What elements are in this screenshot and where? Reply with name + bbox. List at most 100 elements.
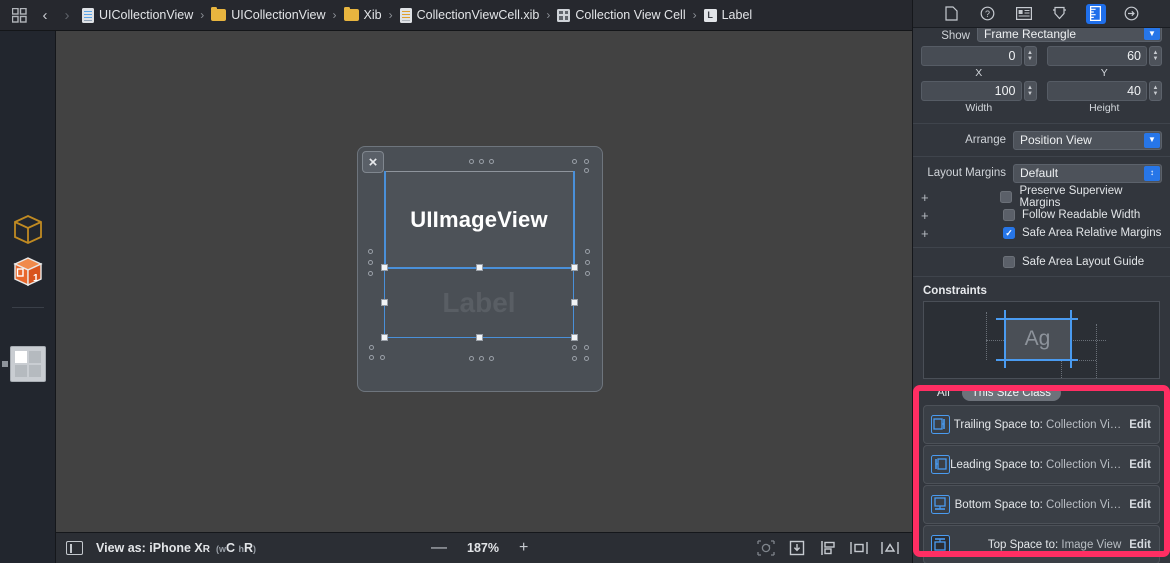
add-new-constraints-icon[interactable] [849, 539, 869, 557]
identity-inspector-tab[interactable] [1014, 4, 1034, 24]
plus-icon[interactable]: + [921, 209, 933, 222]
edit-button[interactable]: Edit [1129, 419, 1151, 431]
scope-all-button[interactable]: All [937, 387, 950, 399]
file-inspector-tab[interactable] [942, 4, 962, 24]
selection-handle[interactable] [380, 264, 388, 271]
embed-in-icon[interactable] [787, 539, 807, 557]
constraint-row-trailing-space[interactable]: Trailing Space to: Collection Vi… Edit [923, 405, 1160, 444]
y-stepper[interactable]: ▲ ▼ [1149, 46, 1162, 66]
x-input[interactable]: 0 [921, 46, 1022, 66]
checkbox-row-follow-readable-width[interactable]: + Follow Readable Width [913, 206, 1170, 224]
checkbox-row-safe-area-layout-guide[interactable]: Safe Area Layout Guide [913, 253, 1170, 271]
label-element[interactable]: Label [384, 268, 574, 338]
height-input[interactable]: 40 [1046, 81, 1147, 101]
chevron-left-icon[interactable]: ‹ [34, 4, 56, 26]
layout-margins-select[interactable]: Default ↕ [1013, 163, 1162, 183]
selection-handle[interactable] [475, 264, 483, 271]
resize-dot[interactable] [479, 356, 484, 361]
image-view-element[interactable]: UIImageView [384, 171, 574, 268]
resize-dot[interactable] [489, 356, 494, 361]
resize-dot[interactable] [584, 159, 589, 164]
width-stepper[interactable]: ▲ ▼ [1023, 81, 1037, 101]
edit-button[interactable]: Edit [1129, 539, 1151, 551]
placeholder-cube-icon[interactable] [11, 213, 45, 247]
chevron-updown-icon: ↕ [1144, 165, 1160, 181]
attributes-inspector-tab[interactable] [1050, 4, 1070, 24]
preserve-superview-margins-checkbox[interactable] [1000, 191, 1013, 203]
resize-dot[interactable] [572, 356, 577, 361]
height-stepper[interactable]: ▲ ▼ [1149, 81, 1162, 101]
constraint-row-top-space[interactable]: Top Space to: Image View Edit [923, 525, 1160, 563]
plus-icon[interactable]: + [921, 191, 933, 204]
align-icon[interactable] [818, 539, 838, 557]
edit-button[interactable]: Edit [1129, 499, 1151, 511]
collection-view-cell-canvas[interactable]: × UIImageView Label [357, 146, 603, 392]
chevron-down-icon: ▼ [1144, 132, 1160, 148]
selection-handle[interactable] [380, 299, 388, 306]
folder-icon [343, 6, 359, 21]
breadcrumb-item-project[interactable]: UICollectionView [82, 7, 194, 23]
breadcrumb-label: UICollectionView [99, 8, 194, 22]
quick-help-inspector-tab[interactable]: ? [978, 4, 998, 24]
resize-dot[interactable] [584, 356, 589, 361]
breadcrumb-item-xib-file[interactable]: CollectionViewCell.xib [399, 7, 539, 23]
checkbox-row-safe-area-relative-margins[interactable]: + Safe Area Relative Margins [913, 224, 1170, 242]
breadcrumb-item-collection-view-cell[interactable]: Collection View Cell [557, 8, 686, 22]
selection-handle[interactable] [570, 264, 578, 271]
safe-area-layout-guide-checkbox[interactable] [1003, 256, 1015, 268]
breadcrumb-item-group[interactable]: UICollectionView [211, 6, 326, 22]
zoom-out-button[interactable]: — [431, 540, 447, 556]
resize-dot[interactable] [368, 249, 373, 254]
update-frames-icon[interactable] [756, 539, 776, 557]
safe-area-relative-margins-checkbox[interactable] [1003, 227, 1015, 239]
resize-dot[interactable] [585, 249, 590, 254]
resize-dot[interactable] [469, 356, 474, 361]
resize-dot[interactable] [572, 159, 577, 164]
scope-this-size-class-button[interactable]: This Size Class [961, 385, 1062, 401]
breadcrumb-item-xib-folder[interactable]: Xib [343, 6, 382, 22]
device-panel-icon[interactable] [66, 541, 83, 555]
constraints-preview[interactable]: Ag [923, 301, 1160, 379]
resize-dot[interactable] [585, 260, 590, 265]
selection-handle[interactable] [475, 334, 483, 341]
connections-inspector-tab[interactable] [1122, 4, 1142, 24]
resize-dot[interactable] [469, 159, 474, 164]
arrange-select[interactable]: Position View ▼ [1013, 130, 1162, 150]
resize-dot[interactable] [489, 159, 494, 164]
selection-handle[interactable] [570, 299, 578, 306]
resolve-auto-layout-issues-icon[interactable] [880, 539, 900, 557]
resize-dot[interactable] [368, 271, 373, 276]
zoom-in-button[interactable]: + [519, 540, 528, 556]
breadcrumb-item-label[interactable]: L Label [703, 8, 752, 22]
constraint-row-leading-space[interactable]: Leading Space to: Collection Vi… Edit [923, 445, 1160, 484]
resize-dot[interactable] [368, 260, 373, 265]
checkbox-row-preserve-superview-margins[interactable]: + Preserve Superview Margins [913, 185, 1170, 209]
resize-dot[interactable] [584, 168, 589, 173]
selection-handle[interactable] [380, 334, 388, 341]
resize-dot[interactable] [380, 355, 385, 360]
resize-dot[interactable] [369, 355, 374, 360]
resize-dot[interactable] [572, 345, 577, 350]
interface-builder-canvas[interactable]: × UIImageView Label [56, 31, 912, 532]
resize-dot[interactable] [585, 271, 590, 276]
constraint-row-bottom-space[interactable]: Bottom Space to: Collection Vi… Edit [923, 485, 1160, 524]
show-select[interactable]: Frame Rectangle ▼ [977, 28, 1162, 42]
y-input[interactable]: 60 [1046, 46, 1147, 66]
size-inspector-tab[interactable] [1085, 3, 1106, 24]
constraint-text: Leading Space to: Collection Vi… [950, 459, 1129, 471]
view-controller-cube-icon[interactable]: 1 [11, 255, 45, 289]
resize-dot[interactable] [584, 345, 589, 350]
selection-handle[interactable] [570, 334, 578, 341]
follow-readable-width-checkbox[interactable] [1003, 209, 1015, 221]
chevron-right-icon[interactable]: › [56, 4, 78, 26]
resize-dot[interactable] [479, 159, 484, 164]
collection-view-cell-thumb[interactable] [10, 346, 46, 382]
width-input[interactable]: 100 [921, 81, 1022, 101]
close-icon[interactable]: × [362, 151, 384, 173]
resize-dot[interactable] [369, 345, 374, 350]
plus-icon[interactable]: + [921, 227, 933, 240]
view-as-label[interactable]: View as: iPhone XR (wC hR) [96, 541, 256, 555]
grid-panel-icon[interactable] [6, 4, 32, 26]
edit-button[interactable]: Edit [1129, 459, 1151, 471]
x-stepper[interactable]: ▲ ▼ [1023, 46, 1037, 66]
